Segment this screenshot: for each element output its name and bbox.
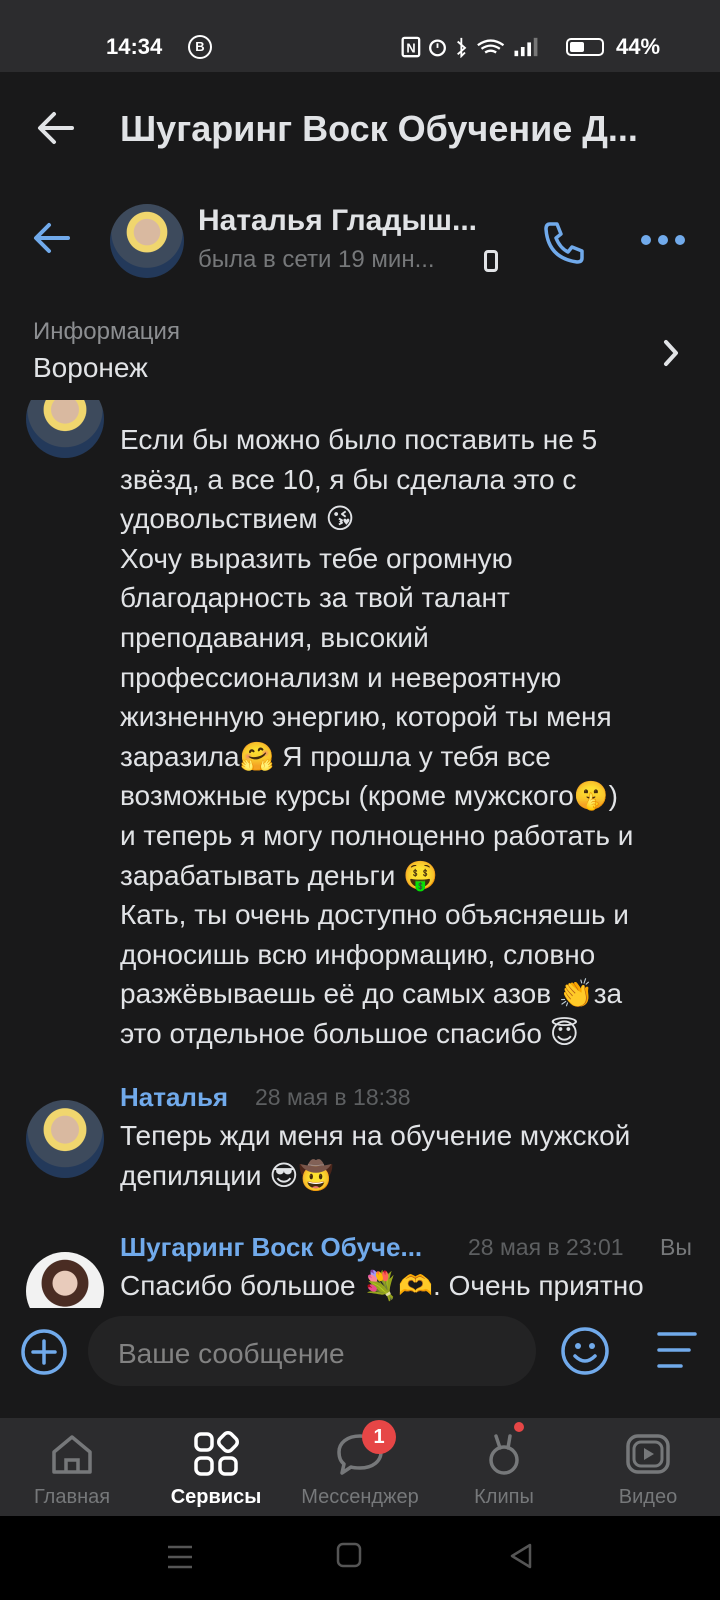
nav-messenger-label: Мессенджер [301, 1486, 419, 1508]
message-sender[interactable]: Шугаринг Воск Обуче... [120, 1232, 450, 1263]
composer: Ваше сообщение [0, 1308, 720, 1418]
system-back-icon[interactable] [508, 1542, 534, 1570]
nav-clips[interactable]: Клипы [432, 1418, 576, 1516]
battery-percent: 44% [616, 34, 661, 59]
services-icon [194, 1431, 239, 1476]
message-sender[interactable]: Наталья [120, 1082, 228, 1113]
message-list[interactable]: Если бы можно было поставить не 5 звёзд,… [0, 400, 720, 1308]
chat-back-icon[interactable] [32, 220, 72, 256]
nav-home-label: Главная [33, 1486, 111, 1508]
nav-home[interactable]: Главная [0, 1418, 144, 1516]
nav-services-label: Сервисы [170, 1486, 262, 1508]
message-text: Спасибо большое 💐🫶. Очень приятно [120, 1270, 644, 1301]
clips-icon [489, 1434, 519, 1475]
message-time: 28 мая в 18:38 [255, 1084, 411, 1110]
chevron-right-icon [664, 340, 678, 366]
phone-icon[interactable] [540, 218, 588, 266]
svg-text:N: N [406, 41, 415, 56]
message-avatar[interactable] [26, 1100, 104, 1178]
nav-video-label: Видео [618, 1486, 678, 1508]
battery-icon [566, 38, 604, 56]
status-icons: N [401, 36, 538, 58]
home-icon [52, 1435, 92, 1474]
info-value: Воронеж [33, 352, 148, 383]
message-avatar[interactable] [26, 1252, 104, 1308]
more-icon[interactable] [640, 234, 686, 246]
nav-messenger[interactable]: 1 Мессенджер [288, 1418, 432, 1516]
clips-dot [514, 1422, 524, 1432]
mobile-device-icon [484, 250, 498, 272]
emoji-icon[interactable] [560, 1326, 610, 1376]
system-nav-bar [0, 1516, 720, 1600]
message-placeholder: Ваше сообщение [118, 1338, 345, 1369]
info-row[interactable]: Информация Воронеж [0, 300, 720, 400]
messenger-badge: 1 [362, 1420, 396, 1454]
last-seen-status: была в сети 19 мин... [198, 246, 435, 273]
nav-clips-label: Клипы [474, 1486, 534, 1508]
contact-name[interactable]: Наталья Гладыш... [198, 204, 498, 238]
video-icon [626, 1434, 670, 1474]
add-attachment-icon[interactable] [20, 1328, 68, 1376]
menu-lines-icon[interactable] [656, 1330, 698, 1370]
bottom-nav: Главная Сервисы 1 Мессенджер Клипы Видео [0, 1418, 720, 1516]
b-circle-icon: B [188, 35, 212, 59]
home-button-icon[interactable] [336, 1542, 362, 1568]
back-arrow-icon[interactable] [36, 108, 76, 148]
recent-apps-icon[interactable] [166, 1544, 194, 1570]
page-title: Шугаринг Воск Обучение Д... [120, 108, 638, 149]
app-header: Шугаринг Воск Обучение Д... [0, 72, 720, 190]
contact-avatar[interactable] [110, 204, 184, 278]
nav-video[interactable]: Видео [576, 1418, 720, 1516]
info-label: Информация [33, 318, 180, 345]
message-text: Теперь жди меня на обучение мужской депи… [120, 1120, 631, 1191]
chat-header: Наталья Гладыш... была в сети 19 мин... [0, 190, 720, 300]
own-label: Вы [660, 1234, 692, 1260]
nav-services[interactable]: Сервисы [144, 1418, 288, 1516]
status-time: 14:34 [106, 34, 163, 59]
message-avatar[interactable] [26, 400, 104, 458]
status-bar: 14:34 B N 44% [0, 0, 720, 72]
message-text: Если бы можно было поставить не 5 звёзд,… [120, 424, 634, 1049]
message-time: 28 мая в 23:01 [468, 1234, 624, 1260]
